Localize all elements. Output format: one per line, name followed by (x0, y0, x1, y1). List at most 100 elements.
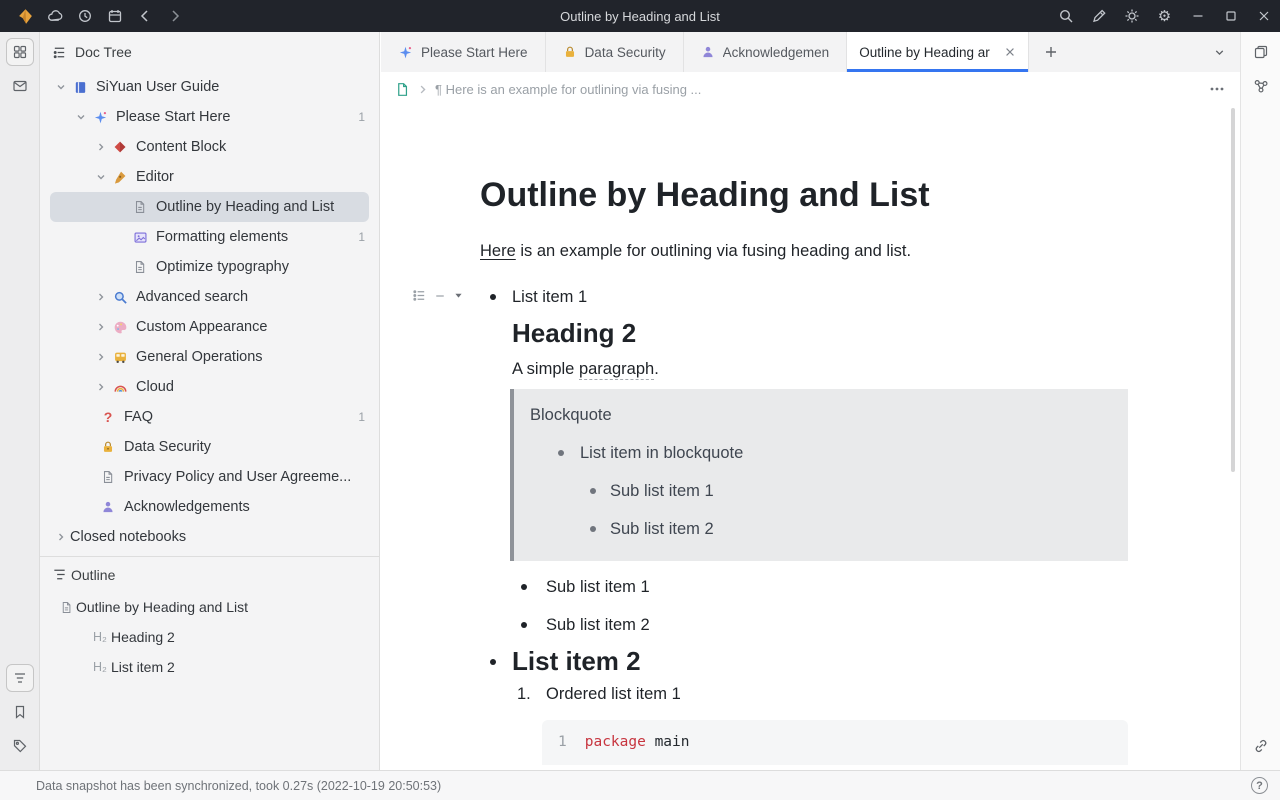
chevron-placeholder (112, 259, 130, 275)
list-item-text[interactable]: List item 1 (512, 285, 1128, 309)
tree-item-faq[interactable]: ? FAQ 1 (40, 402, 379, 432)
rainbow-icon (110, 378, 130, 396)
chevron-down-icon[interactable] (92, 169, 110, 185)
workspace-grid-icon[interactable] (6, 38, 34, 66)
list-item-text[interactable]: List item 2 (512, 645, 1128, 678)
siyuan-logo[interactable] (10, 0, 40, 32)
tree-item-label: FAQ (124, 409, 350, 425)
tree-item-notebook[interactable]: SiYuan User Guide (40, 72, 379, 102)
search-icon[interactable] (1049, 0, 1082, 32)
minimize-icon[interactable] (1181, 0, 1214, 32)
chevron-right-icon[interactable] (92, 139, 110, 155)
tab-acknowledgements[interactable]: Acknowledgemen (684, 32, 848, 72)
code-block[interactable]: 1 package main (542, 720, 1128, 765)
chevron-down-icon[interactable] (72, 109, 90, 125)
tree-item-data-security[interactable]: Data Security (40, 432, 379, 462)
tree-item-cloud[interactable]: Cloud (40, 372, 379, 402)
tree-item-content-block[interactable]: Content Block (40, 132, 379, 162)
sub-list-item-2[interactable]: Sub list item 2 (512, 613, 1128, 637)
outline-item-list-item2[interactable]: H₂ List item 2 (40, 652, 379, 682)
list-item-text: Ordered list item 1 (546, 685, 681, 703)
chevron-down-icon[interactable] (52, 79, 70, 95)
tree-item-advanced-search[interactable]: Advanced search (40, 282, 379, 312)
theme-icon[interactable] (1115, 0, 1148, 32)
tree-item-general-operations[interactable]: General Operations (40, 342, 379, 372)
tab-list-menu-button[interactable] (1198, 32, 1240, 72)
blockquote-label[interactable]: Blockquote (530, 403, 1112, 427)
chevron-right-icon[interactable] (52, 529, 70, 545)
list-item-text: Sub list item 1 (546, 575, 1128, 599)
code-line: package main (585, 732, 690, 753)
tab-outline-by-heading-and-list[interactable]: Outline by Heading ar (847, 32, 1029, 72)
blockquote-sub-item-2[interactable]: Sub list item 2 (530, 517, 1112, 541)
chevron-right-icon[interactable] (92, 289, 110, 305)
back-icon[interactable] (130, 0, 160, 32)
help-button[interactable]: ? (1251, 777, 1268, 794)
maximize-icon[interactable] (1214, 0, 1247, 32)
blockquote-sub-item-1[interactable]: Sub list item 1 (530, 479, 1112, 503)
list-bullet (521, 622, 527, 628)
breadcrumb-segment[interactable]: ¶ Here is an example for outlining via f… (435, 82, 701, 97)
outline-header[interactable]: Outline (40, 556, 379, 592)
tab-label: Data Security (585, 45, 666, 60)
tab-close-icon[interactable] (1004, 46, 1016, 58)
tree-item-formatting-elements[interactable]: Formatting elements 1 (40, 222, 379, 252)
link-here[interactable]: Here (480, 242, 516, 260)
chevron-right-icon[interactable] (92, 319, 110, 335)
outline-item-heading2[interactable]: H₂ Heading 2 (40, 622, 379, 652)
breadcrumb-more-button[interactable] (1208, 82, 1226, 96)
tree-item-optimize-typography[interactable]: Optimize typography (40, 252, 379, 282)
inbox-icon[interactable] (6, 72, 34, 100)
tree-item-please-start-here[interactable]: Please Start Here 1 (40, 102, 379, 132)
scrollbar-thumb[interactable] (1231, 108, 1235, 472)
outline-dock-icon[interactable] (6, 664, 34, 692)
tree-item-acknowledgements[interactable]: Acknowledgements (40, 492, 379, 522)
list-item-1[interactable]: List item 1 Heading 2 A simple paragraph… (480, 285, 1128, 637)
graph-icon[interactable] (1247, 72, 1275, 100)
intro-paragraph[interactable]: Here is an example for outlining via fus… (480, 239, 1128, 263)
outline-item-label: List item 2 (111, 659, 175, 675)
doc-icon (98, 468, 118, 486)
tree-item-label: Please Start Here (116, 109, 350, 125)
cloud-icon[interactable] (40, 0, 70, 32)
tree-item-privacy-policy[interactable]: Privacy Policy and User Agreeme... (40, 462, 379, 492)
blockquote-list-item[interactable]: List item in blockquote (530, 441, 1112, 465)
intro-text: is an example for outlining via fusing h… (516, 242, 911, 260)
list-type-icon[interactable] (412, 288, 427, 303)
daily-note-icon[interactable] (100, 0, 130, 32)
tree-item-closed-notebooks[interactable]: Closed notebooks (40, 522, 379, 552)
close-icon[interactable] (1247, 0, 1280, 32)
list-item-2[interactable]: List item 2 1. Ordered list item 1 1 pac… (480, 645, 1128, 765)
tag-dock-icon[interactable] (6, 732, 34, 760)
backlink-icon[interactable] (1247, 732, 1275, 760)
tree-item-outline-by-heading-and-list[interactable]: Outline by Heading and List (50, 192, 369, 222)
settings-gear-icon[interactable]: ⚙ (1148, 0, 1181, 32)
flashcard-icon[interactable] (1247, 38, 1275, 66)
tree-item-custom-appearance[interactable]: Custom Appearance (40, 312, 379, 342)
list-bullet (590, 488, 596, 494)
sub-list-item-1[interactable]: Sub list item 1 (512, 575, 1128, 599)
heading-2[interactable]: Heading 2 (512, 321, 1128, 345)
chevron-down-icon (1213, 46, 1226, 59)
collapse-caret-icon[interactable] (453, 290, 464, 301)
para-ref[interactable]: paragraph (579, 360, 654, 380)
doc-title[interactable]: Outline by Heading and List (480, 176, 1128, 215)
chevron-right-icon[interactable] (92, 379, 110, 395)
edit-mode-icon[interactable] (1082, 0, 1115, 32)
tab-please-start-here[interactable]: Please Start Here (381, 32, 546, 72)
tree-item-editor[interactable]: Editor (40, 162, 379, 192)
bookmark-dock-icon[interactable] (6, 698, 34, 726)
forward-icon[interactable] (160, 0, 190, 32)
ordered-list-item[interactable]: 1. Ordered list item 1 (512, 682, 1128, 706)
outline-item-doc[interactable]: Outline by Heading and List (40, 592, 379, 622)
chevron-placeholder (112, 229, 130, 245)
history-icon[interactable] (70, 0, 100, 32)
question-icon: ? (98, 408, 118, 426)
simple-paragraph[interactable]: A simple paragraph. (512, 357, 1128, 381)
tab-label: Acknowledgemen (723, 45, 830, 60)
chevron-right-icon[interactable] (92, 349, 110, 365)
new-tab-button[interactable] (1029, 32, 1073, 72)
doc-tree-header[interactable]: Doc Tree (40, 32, 379, 72)
tab-data-security[interactable]: Data Security (546, 32, 684, 72)
drag-handle-icon[interactable] (434, 290, 446, 302)
